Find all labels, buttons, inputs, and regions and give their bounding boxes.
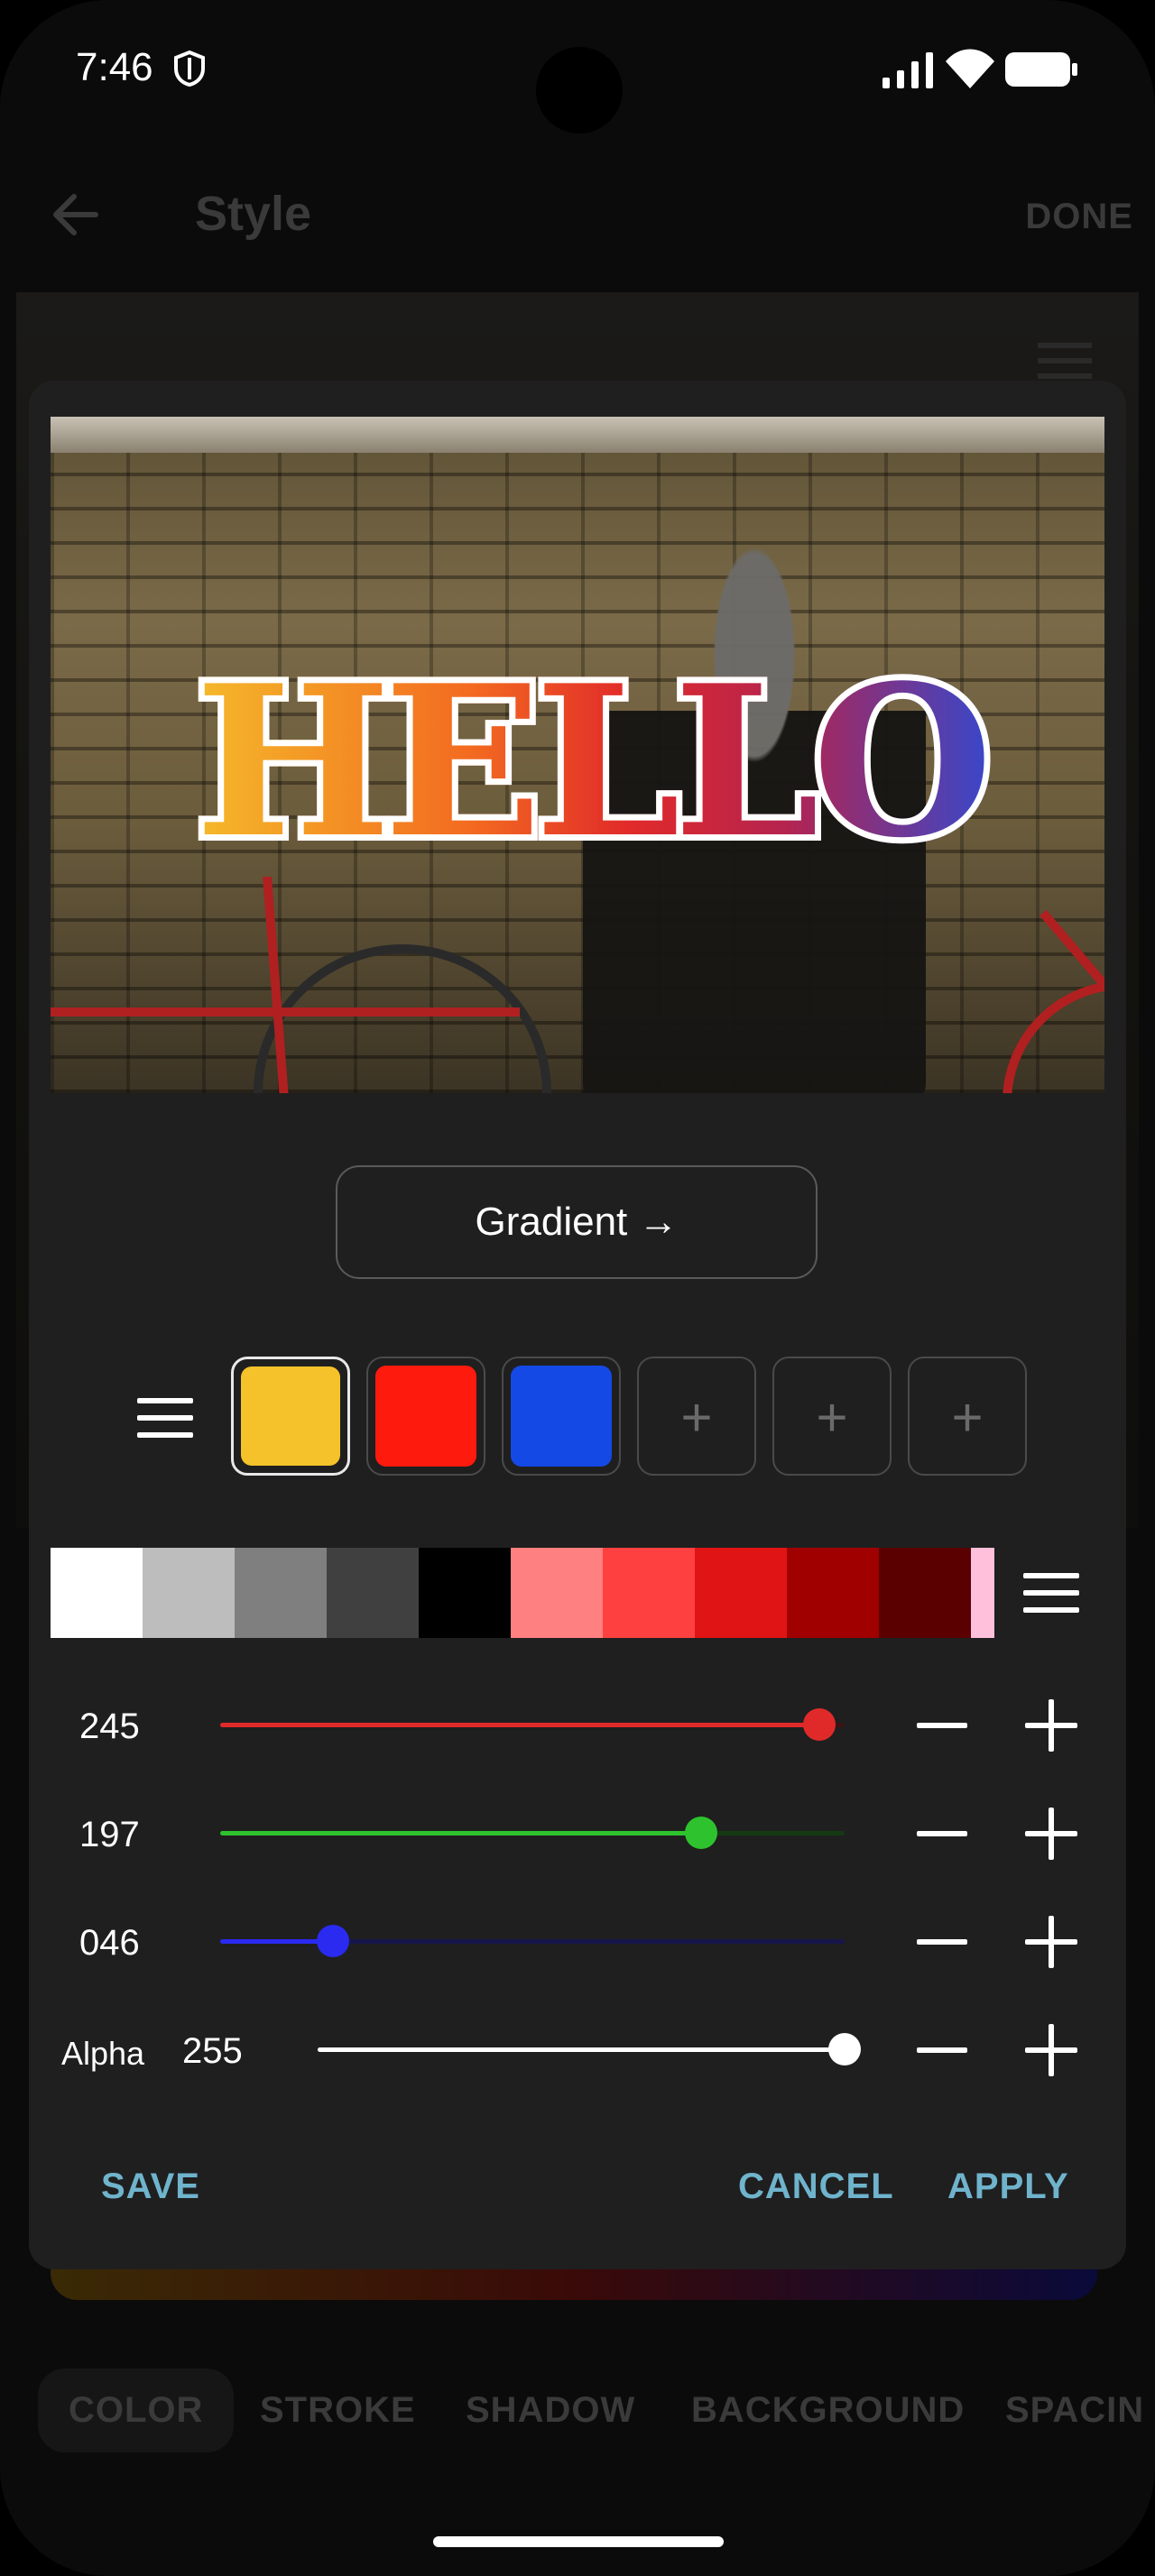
- tab-background[interactable]: BACKGROUND: [691, 2390, 965, 2431]
- tab-spacing[interactable]: SPACIN: [1005, 2390, 1144, 2431]
- palette-swatch[interactable]: [787, 1548, 879, 1638]
- palette-menu-icon[interactable]: [1023, 1573, 1079, 1613]
- add-stop-button[interactable]: +: [908, 1357, 1027, 1476]
- gradient-stop-swatch[interactable]: [502, 1357, 621, 1476]
- palette-swatch[interactable]: [235, 1548, 327, 1638]
- green-slider-fill: [220, 1831, 701, 1835]
- blue-increment-icon[interactable]: [1025, 1916, 1077, 1968]
- apply-button[interactable]: APPLY: [947, 2167, 1069, 2207]
- save-button[interactable]: SAVE: [101, 2167, 200, 2207]
- blue-slider-knob[interactable]: [316, 1925, 349, 1957]
- add-stop-button[interactable]: +: [637, 1357, 756, 1476]
- color-palette: [51, 1548, 996, 1638]
- cancel-button[interactable]: CANCEL: [738, 2167, 894, 2207]
- tab-color[interactable]: COLOR: [38, 2369, 235, 2452]
- home-indicator: [433, 2536, 724, 2547]
- alpha-decrement-icon[interactable]: [917, 2047, 967, 2053]
- red-slider-fill: [220, 1723, 820, 1727]
- plus-icon: +: [680, 1387, 713, 1448]
- hello-text: HELLO: [195, 640, 993, 884]
- alpha-slider-fill: [318, 2047, 845, 2052]
- battery-icon: [1005, 52, 1077, 87]
- back-arrow-icon[interactable]: [51, 189, 101, 240]
- red-decrement-icon[interactable]: [917, 1723, 967, 1728]
- gradient-stop-swatch[interactable]: [366, 1357, 485, 1476]
- alpha-increment-icon[interactable]: [1025, 2024, 1077, 2076]
- shield-icon: [174, 51, 205, 87]
- status-time: 7:46: [76, 45, 153, 89]
- front-camera: [536, 47, 623, 133]
- tab-shadow[interactable]: SHADOW: [466, 2390, 635, 2431]
- gradient-direction-button[interactable]: Gradient →: [336, 1165, 818, 1279]
- palette-swatch[interactable]: [51, 1548, 143, 1638]
- green-value: 197: [79, 1815, 140, 1854]
- cellular-signal-icon: [882, 52, 933, 88]
- gradient-stop-color: [375, 1366, 476, 1467]
- palette-swatch[interactable]: [971, 1548, 994, 1638]
- green-increment-icon[interactable]: [1025, 1808, 1077, 1860]
- palette-swatch[interactable]: [511, 1548, 603, 1638]
- tab-stroke[interactable]: STROKE: [260, 2390, 416, 2431]
- gradient-stop-color: [241, 1366, 340, 1466]
- blue-decrement-icon[interactable]: [917, 1939, 967, 1945]
- preview-photo-bicycle: [51, 877, 1104, 1093]
- plus-icon: +: [951, 1387, 984, 1448]
- blue-value: 046: [79, 1923, 140, 1963]
- gradient-stop-color: [511, 1366, 612, 1467]
- palette-swatch[interactable]: [603, 1548, 695, 1638]
- green-decrement-icon[interactable]: [917, 1831, 967, 1836]
- done-button[interactable]: DONE: [1025, 197, 1133, 237]
- red-value: 245: [79, 1707, 140, 1746]
- gradient-stop-swatch[interactable]: [231, 1357, 350, 1476]
- stops-menu-icon[interactable]: [137, 1398, 193, 1438]
- palette-swatch[interactable]: [327, 1548, 419, 1638]
- palette-swatch[interactable]: [419, 1548, 511, 1638]
- palette-swatch[interactable]: [879, 1548, 971, 1638]
- background-menu-icon: [1038, 343, 1092, 379]
- red-increment-icon[interactable]: [1025, 1699, 1077, 1752]
- plus-icon: +: [816, 1387, 848, 1448]
- page-title: Style: [195, 187, 312, 241]
- wifi-icon: [946, 49, 994, 88]
- status-bar: 7:46: [0, 0, 1155, 135]
- alpha-value: 255: [182, 2031, 243, 2071]
- add-stop-button[interactable]: +: [772, 1357, 892, 1476]
- green-slider-knob[interactable]: [684, 1817, 717, 1849]
- blue-slider-fill: [220, 1939, 333, 1944]
- palette-swatch[interactable]: [143, 1548, 235, 1638]
- text-preview: HELLO HELLO: [51, 417, 1104, 1093]
- alpha-label: Alpha: [61, 2035, 145, 2072]
- alpha-slider-knob[interactable]: [828, 2033, 861, 2065]
- phone-screen: 7:46 Style DONE COLOR STROKE SHADOW BACK…: [0, 0, 1155, 2576]
- palette-swatch[interactable]: [695, 1548, 787, 1638]
